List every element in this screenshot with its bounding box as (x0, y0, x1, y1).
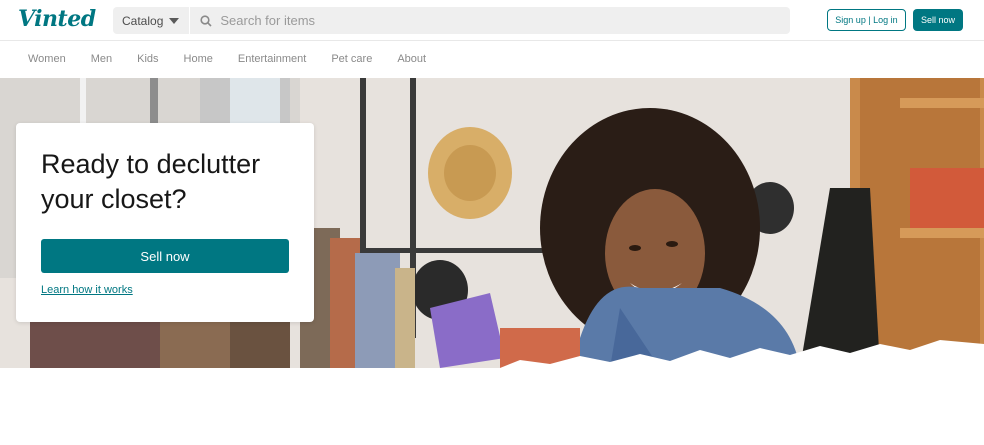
header-sell-now-button[interactable]: Sell now (913, 9, 963, 31)
signup-login-button[interactable]: Sign up | Log in (827, 9, 906, 31)
learn-how-it-works-link[interactable]: Learn how it works (41, 284, 133, 296)
search-input[interactable]: Search for items (220, 13, 315, 28)
hero-title: Ready to declutter your closet? (41, 149, 261, 214)
category-nav: Women Men Kids Home Entertainment Pet ca… (0, 41, 984, 77)
chevron-down-icon (169, 17, 180, 24)
vinted-logo[interactable]: Vinted (18, 6, 96, 32)
search-bar[interactable]: Catalog Search for items (113, 7, 790, 34)
nav-item-about[interactable]: About (397, 53, 426, 65)
catalog-dropdown[interactable]: Catalog (113, 7, 191, 34)
nav-item-kids[interactable]: Kids (137, 53, 158, 65)
top-header: Vinted Catalog Search for items Sign up … (0, 0, 984, 41)
search-icon (200, 14, 214, 28)
hero-card: Ready to declutter your closet? Sell now… (16, 123, 314, 322)
hero-sell-now-button[interactable]: Sell now (41, 239, 289, 273)
nav-item-home[interactable]: Home (184, 53, 213, 65)
nav-item-women[interactable]: Women (28, 53, 66, 65)
nav-item-men[interactable]: Men (91, 53, 112, 65)
nav-item-pet-care[interactable]: Pet care (331, 53, 372, 65)
catalog-label: Catalog (122, 13, 164, 28)
nav-item-entertainment[interactable]: Entertainment (238, 53, 306, 65)
